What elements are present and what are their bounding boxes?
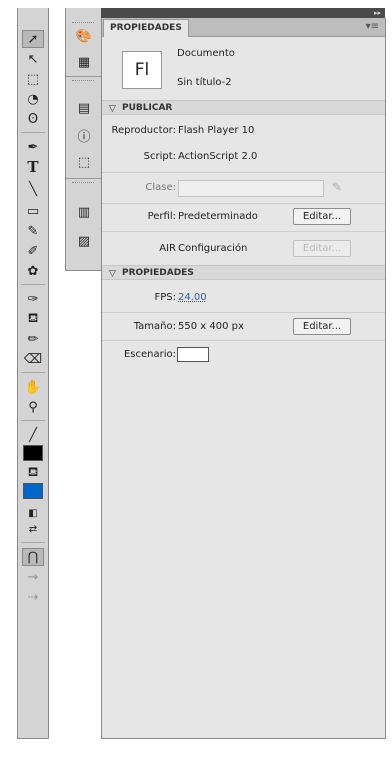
script-label: Script: xyxy=(143,151,176,162)
class-label: Clase: xyxy=(145,182,176,193)
stage-label: Escenario: xyxy=(123,349,176,360)
swatches-panel-icon[interactable]: ▦ xyxy=(74,53,94,71)
air-value: Configuración xyxy=(178,243,248,254)
eraser-tool-icon[interactable]: ⌫ xyxy=(22,350,44,368)
profile-label: Perfil: xyxy=(147,211,176,222)
subselection-tool-icon[interactable]: ↖ xyxy=(22,50,44,68)
paint-bucket-tool-icon[interactable]: ⛾ xyxy=(22,310,44,328)
rectangle-tool-icon[interactable]: ▭ xyxy=(22,202,44,220)
tools-panel: ➚ ↖ ⬚ ◔ ʘ ✒ T ╲ ▭ ✎ ✐ ✿ ✑ ⛾ ✏ ⌫ ✋ ⚲ ╱ ⛾ … xyxy=(17,8,49,739)
properties-panel-header[interactable]: ▸▸ xyxy=(101,8,385,18)
brush-tool-icon[interactable]: ✐ xyxy=(22,242,44,260)
fps-value[interactable]: 24.00 xyxy=(178,292,207,303)
class-input[interactable] xyxy=(178,180,324,197)
properties-panel: PROPIEDADES ▾≡ Fl Documento Sin título-2… xyxy=(101,18,386,739)
profile-edit-button[interactable]: Editar... xyxy=(293,208,351,225)
smooth-icon[interactable]: ⇝ xyxy=(22,568,44,586)
size-label: Tamaño: xyxy=(133,321,176,332)
script-value: ActionScript 2.0 xyxy=(178,151,258,162)
free-transform-tool-icon[interactable]: ⬚ xyxy=(22,70,44,88)
profile-value: Predeterminado xyxy=(178,211,258,222)
fill-color-swatch[interactable] xyxy=(22,482,44,500)
library-panel-icon[interactable]: ▨ xyxy=(74,232,94,250)
fill-bucket-icon: ⛾ xyxy=(27,464,39,480)
stage-color-swatch[interactable] xyxy=(177,347,209,362)
dock-panel: 🎨 ▦ ▤ ⓘ ⬚ ▥ ▨ xyxy=(65,8,102,271)
stroke-color-pencil-icon: ╱ xyxy=(29,427,37,443)
line-tool-icon[interactable]: ╲ xyxy=(22,180,44,198)
section-title: PUBLICAR xyxy=(122,103,173,113)
info-panel-icon[interactable]: ⓘ xyxy=(74,126,94,145)
snap-to-objects-icon[interactable]: ⋂ xyxy=(22,548,44,566)
expand-icon[interactable]: ▸▸ xyxy=(374,8,381,18)
document-name: Sin título-2 xyxy=(177,77,232,88)
deco-tool-icon[interactable]: ✿ xyxy=(22,262,44,280)
eyedropper-tool-icon[interactable]: ✏ xyxy=(22,330,44,348)
edit-class-pencil-icon[interactable]: ✎ xyxy=(332,180,342,194)
publish-section-header[interactable]: ▽ PUBLICAR xyxy=(102,100,385,115)
align-panel-icon[interactable]: ▤ xyxy=(74,99,94,117)
color-panel-icon[interactable]: 🎨 xyxy=(74,27,94,45)
lasso-tool-icon[interactable]: ʘ xyxy=(22,110,44,128)
properties-section-header[interactable]: ▽ PROPIEDADES xyxy=(102,265,385,280)
bone-tool-icon[interactable]: ✑ xyxy=(22,290,44,308)
expand-triangle-icon[interactable]: ▽ xyxy=(109,267,116,282)
straighten-icon[interactable]: ⇢ xyxy=(22,588,44,606)
panel-menu-icon[interactable]: ▾≡ xyxy=(366,21,379,32)
player-value: Flash Player 10 xyxy=(178,125,255,136)
document-type-label: Documento xyxy=(177,48,235,59)
size-value: 550 x 400 px xyxy=(178,321,244,332)
tab-properties[interactable]: PROPIEDADES xyxy=(103,19,189,37)
components-panel-icon[interactable]: ▥ xyxy=(74,203,94,221)
3d-rotation-tool-icon[interactable]: ◔ xyxy=(22,90,44,108)
size-edit-button[interactable]: Editar... xyxy=(293,318,351,335)
air-edit-button[interactable]: Editar... xyxy=(293,240,351,257)
text-tool-icon[interactable]: T xyxy=(22,158,44,176)
swap-colors-icon[interactable]: ⇄ xyxy=(22,520,44,538)
section-title: PROPIEDADES xyxy=(122,268,194,278)
expand-triangle-icon[interactable]: ▽ xyxy=(109,102,116,117)
stroke-color-swatch[interactable] xyxy=(22,444,44,462)
hand-tool-icon[interactable]: ✋ xyxy=(22,378,44,396)
player-label: Reproductor: xyxy=(111,125,176,136)
properties-tab-bar: PROPIEDADES ▾≡ xyxy=(102,18,385,37)
pen-tool-icon[interactable]: ✒ xyxy=(22,138,44,156)
document-icon: Fl xyxy=(122,51,162,89)
selection-tool-icon[interactable]: ➚ xyxy=(22,30,44,48)
pencil-tool-icon[interactable]: ✎ xyxy=(22,222,44,240)
fps-label: FPS: xyxy=(154,292,177,303)
zoom-tool-icon[interactable]: ⚲ xyxy=(22,398,44,416)
transform-panel-icon[interactable]: ⬚ xyxy=(74,153,94,171)
air-label: AIR xyxy=(159,243,176,254)
